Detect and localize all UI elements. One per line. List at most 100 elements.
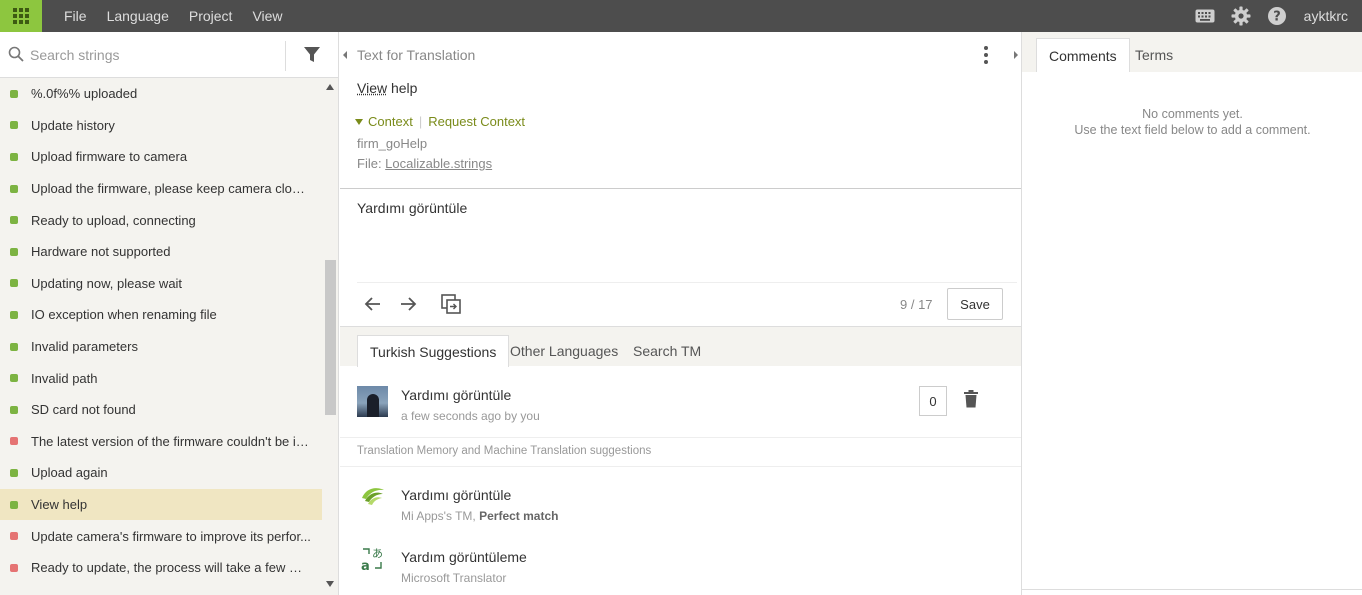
menu-view[interactable]: View — [252, 8, 282, 24]
svg-text:あ: あ — [372, 547, 383, 560]
list-item[interactable]: Ready to update, the process will take a… — [0, 552, 322, 584]
main-menu: File Language Project View — [54, 0, 293, 32]
tm-suggestion-row[interactable]: Yardımı görüntüle Mi Apps's TM, Perfect … — [340, 472, 1021, 532]
collapse-left-icon[interactable] — [340, 32, 350, 78]
list-item[interactable]: The latest version of the firmware could… — [0, 426, 322, 458]
mt-suggestion-row[interactable]: あ a Yardım görüntüleme Microsoft Transla… — [340, 534, 1021, 594]
status-dot — [10, 248, 18, 256]
strings-list: %.0f%% uploaded Update history Upload fi… — [0, 78, 322, 595]
list-item[interactable]: Upload the firmware, please keep camera … — [0, 173, 322, 205]
context-toggle[interactable]: Context — [368, 114, 413, 129]
menu-project[interactable]: Project — [189, 8, 233, 24]
suggestion-text: Yardımı görüntüle — [401, 387, 511, 403]
list-item[interactable]: Invalid parameters — [0, 331, 322, 363]
top-right-controls: ? ayktkrc — [1194, 0, 1348, 32]
empty-comments-text: No comments yet. — [1022, 107, 1362, 121]
tab-terms[interactable]: Terms — [1123, 38, 1185, 72]
list-item[interactable]: Hardware not supported — [0, 236, 322, 268]
list-item[interactable]: Invalid path — [0, 362, 322, 394]
list-item-label: Upload again — [31, 465, 311, 480]
user-name[interactable]: ayktkrc — [1304, 8, 1348, 24]
divider — [357, 282, 1017, 283]
status-dot — [10, 564, 18, 572]
list-item-label: View help — [31, 497, 311, 512]
divider — [1022, 589, 1362, 590]
list-item-label: Ready to upload, connecting — [31, 213, 311, 228]
status-dot — [10, 90, 18, 98]
tab-comments[interactable]: Comments — [1036, 38, 1130, 72]
status-dot — [10, 501, 18, 509]
tab-search-tm[interactable]: Search TM — [621, 335, 713, 367]
list-item[interactable]: Updating now, please wait — [0, 268, 322, 300]
tab-turkish-suggestions[interactable]: Turkish Suggestions — [357, 335, 509, 367]
scroll-up-icon[interactable] — [326, 84, 334, 90]
comments-tabs: Comments Terms — [1022, 32, 1362, 72]
request-context-link[interactable]: Request Context — [428, 114, 525, 129]
list-item[interactable]: Update camera's firmware to improve its … — [0, 520, 322, 552]
list-item-label: Upload firmware to camera — [31, 149, 311, 164]
file-info: File: Localizable.strings — [357, 156, 492, 171]
tm-heading: Translation Memory and Machine Translati… — [357, 445, 651, 457]
vote-count[interactable]: 0 — [919, 386, 947, 416]
apps-grid-button[interactable] — [0, 0, 42, 32]
list-item-label: Ready to update, the process will take a… — [31, 560, 311, 575]
list-item-label: Hardware not supported — [31, 244, 311, 259]
help-icon[interactable]: ? — [1266, 5, 1288, 27]
suggestion-tabs: Turkish Suggestions Other Languages Sear… — [340, 326, 1021, 366]
list-item[interactable]: SD card not found — [0, 394, 322, 426]
keyboard-icon[interactable] — [1194, 5, 1216, 27]
more-options-icon[interactable] — [984, 46, 988, 64]
list-item-label: Updating now, please wait — [31, 276, 311, 291]
list-item[interactable]: Update history — [0, 110, 322, 142]
translation-textarea[interactable]: Yardımı görüntüle — [357, 200, 467, 216]
scroll-down-icon[interactable] — [326, 581, 334, 587]
list-item-label: %.0f%% uploaded — [31, 86, 311, 101]
caret-down-icon — [355, 119, 363, 125]
search-icon — [8, 46, 24, 65]
collapse-right-icon[interactable] — [1011, 32, 1021, 78]
search-input[interactable] — [30, 44, 280, 66]
list-item-selected[interactable]: View help — [0, 489, 322, 521]
menu-file[interactable]: File — [64, 8, 87, 24]
comments-panel: Comments Terms No comments yet. Use the … — [1021, 32, 1362, 595]
status-dot — [10, 406, 18, 414]
list-item-label: Update camera's firmware to improve its … — [31, 529, 311, 544]
status-dot — [10, 374, 18, 382]
arrow-left-icon[interactable] — [364, 296, 382, 315]
list-item-label: Upload the firmware, please keep camera … — [31, 181, 311, 196]
list-item[interactable]: IO exception when renaming file — [0, 299, 322, 331]
tm-logo-icon — [360, 484, 386, 510]
source-text: View help — [357, 80, 417, 96]
mt-text: Yardım görüntüleme — [401, 549, 527, 565]
search-separator — [285, 41, 286, 71]
file-link[interactable]: Localizable.strings — [385, 156, 492, 171]
scrollbar-thumb[interactable] — [325, 260, 336, 415]
trash-icon[interactable] — [963, 390, 979, 411]
list-item[interactable]: Ready to upload, connecting — [0, 204, 322, 236]
strings-panel: %.0f%% uploaded Update history Upload fi… — [0, 32, 339, 595]
list-item[interactable]: %.0f%% uploaded — [0, 78, 322, 110]
save-button[interactable]: Save — [947, 288, 1003, 320]
strings-scrollbar[interactable] — [322, 78, 338, 595]
divider — [340, 188, 1021, 189]
status-dot — [10, 311, 18, 319]
translator-icon: あ a — [360, 546, 386, 572]
copy-source-icon[interactable] — [441, 294, 461, 317]
menu-language[interactable]: Language — [107, 8, 169, 24]
context-row: Context | Request Context — [355, 114, 525, 129]
list-item[interactable]: Upload again — [0, 457, 322, 489]
divider — [340, 466, 1021, 467]
tm-text: Yardımı görüntüle — [401, 487, 511, 503]
list-item-label: Invalid parameters — [31, 339, 311, 354]
filter-icon[interactable] — [303, 46, 321, 67]
editor-header: Text for Translation — [357, 47, 475, 63]
empty-comments-hint: Use the text field below to add a commen… — [1022, 123, 1362, 137]
suggestion-row[interactable]: Yardımı görüntüle a few seconds ago by y… — [340, 366, 1021, 438]
list-item-label: SD card not found — [31, 402, 311, 417]
arrow-right-icon[interactable] — [399, 296, 417, 315]
status-dot — [10, 216, 18, 224]
gear-icon[interactable] — [1230, 5, 1252, 27]
list-item[interactable]: Upload firmware to camera — [0, 141, 322, 173]
tab-other-languages[interactable]: Other Languages — [498, 335, 630, 367]
svg-text:?: ? — [1273, 10, 1281, 25]
